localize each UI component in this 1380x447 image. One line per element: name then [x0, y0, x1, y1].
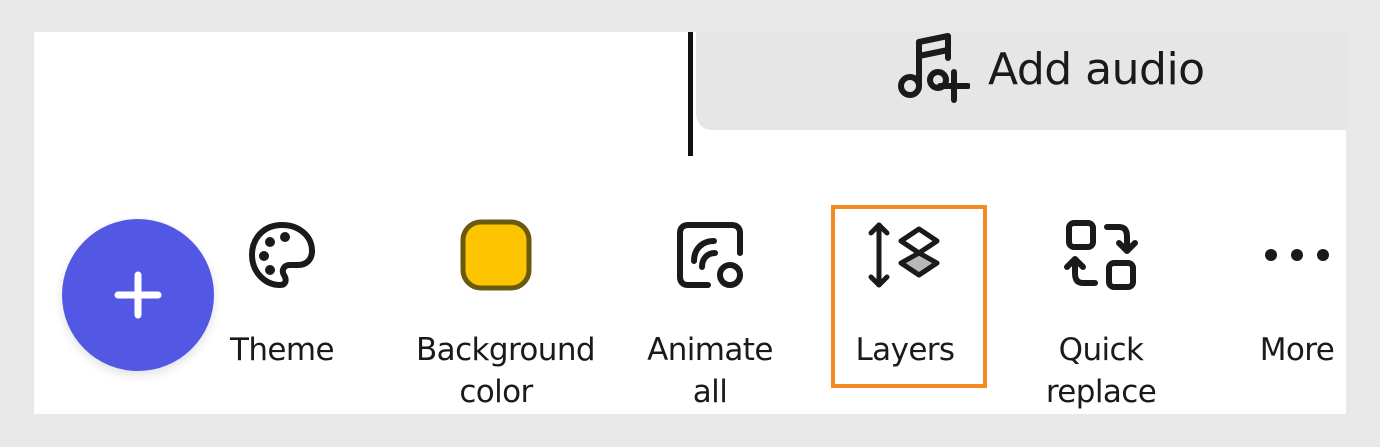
background-color-button[interactable]: Background color — [406, 217, 596, 413]
layers-label: Layers — [855, 332, 956, 368]
animate-icon — [677, 222, 743, 288]
quick-replace-label: Quick replace — [1045, 332, 1157, 410]
more-dots-icon — [1265, 249, 1329, 261]
theme-button[interactable]: Theme — [192, 217, 372, 371]
editor-panel: Add audio Theme Background color Animate… — [34, 32, 1346, 414]
background-color-label: Background color — [416, 332, 596, 410]
animate-all-label: Animate all — [647, 332, 773, 410]
timeline-playhead[interactable] — [688, 32, 693, 156]
layers-icon — [868, 222, 940, 288]
palette-icon — [249, 222, 315, 288]
add-audio-label: Add audio — [988, 43, 1205, 95]
music-note-plus-icon — [898, 33, 970, 103]
quick-replace-button[interactable]: Quick replace — [1011, 217, 1191, 413]
add-audio-button[interactable]: Add audio — [896, 32, 1205, 106]
color-swatch-icon — [460, 219, 532, 291]
more-label: More — [1259, 332, 1335, 368]
theme-label: Theme — [230, 332, 335, 368]
animate-all-button[interactable]: Animate all — [620, 217, 800, 413]
more-button[interactable]: More — [1207, 217, 1346, 371]
layers-button[interactable]: Layers — [815, 217, 995, 371]
swap-icon — [1064, 220, 1138, 290]
plus-icon — [114, 271, 162, 319]
